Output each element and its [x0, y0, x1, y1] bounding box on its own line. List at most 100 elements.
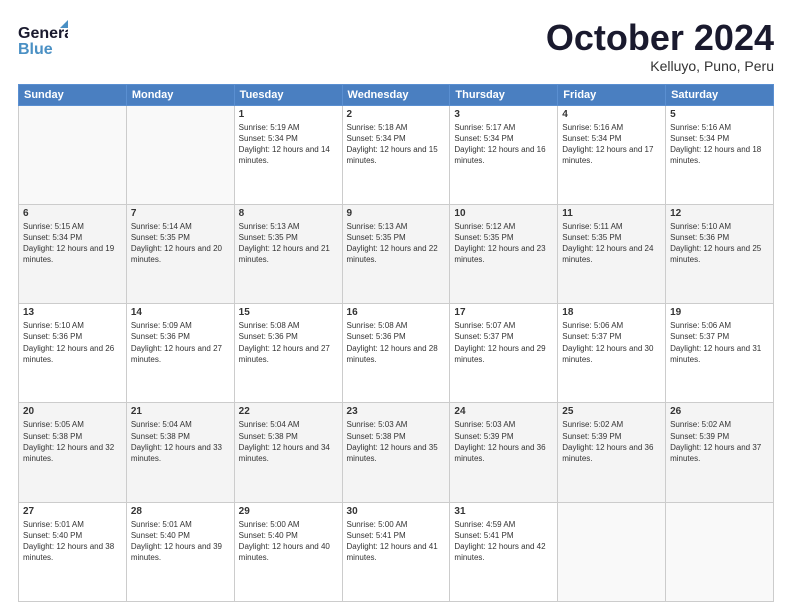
day-info: Sunrise: 5:06 AMSunset: 5:37 PMDaylight:… [670, 320, 769, 365]
day-number: 11 [562, 208, 661, 219]
calendar-cell: 5 Sunrise: 5:16 AMSunset: 5:34 PMDaylight… [666, 105, 774, 204]
calendar-cell: 8 Sunrise: 5:13 AMSunset: 5:35 PMDaylight… [234, 204, 342, 303]
day-number: 9 [347, 208, 446, 219]
weekday-header-sunday: Sunday [19, 84, 127, 105]
weekday-header-monday: Monday [126, 84, 234, 105]
calendar-cell: 12 Sunrise: 5:10 AMSunset: 5:36 PMDayligh… [666, 204, 774, 303]
calendar-cell: 10Sunrise: 5:12 AMSunset: 5:35 PMDayligh… [450, 204, 558, 303]
day-number: 31 [454, 506, 553, 517]
calendar-cell: 18 Sunrise: 5:06 AMSunset: 5:37 PMDayligh… [558, 304, 666, 403]
day-number: 19 [670, 307, 769, 318]
calendar-cell [19, 105, 127, 204]
day-number: 8 [239, 208, 338, 219]
calendar: SundayMondayTuesdayWednesdayThursdayFrid… [18, 84, 774, 602]
calendar-cell: 30 Sunrise: 5:00 AMSunset: 5:41 PMDayligh… [342, 502, 450, 601]
header: General Blue October 2024 Kelluyo, Puno,… [18, 18, 774, 74]
day-info: Sunrise: 5:15 AMSunset: 5:34 PMDaylight:… [23, 221, 122, 266]
day-number: 3 [454, 109, 553, 120]
calendar-cell: 20Sunrise: 5:05 AMSunset: 5:38 PMDayligh… [19, 403, 127, 502]
day-info: Sunrise: 5:13 AMSunset: 5:35 PMDaylight:… [239, 221, 338, 266]
day-info: Sunrise: 5:04 AMSunset: 5:38 PMDaylight:… [131, 419, 230, 464]
calendar-cell: 9Sunrise: 5:13 AMSunset: 5:35 PMDaylight… [342, 204, 450, 303]
day-number: 12 [670, 208, 769, 219]
day-number: 26 [670, 406, 769, 417]
day-info: Sunrise: 5:11 AMSunset: 5:35 PMDaylight:… [562, 221, 661, 266]
day-number: 27 [23, 506, 122, 517]
calendar-cell: 1 Sunrise: 5:19 AMSunset: 5:34 PMDaylight… [234, 105, 342, 204]
day-number: 7 [131, 208, 230, 219]
day-info: Sunrise: 5:02 AMSunset: 5:39 PMDaylight:… [562, 419, 661, 464]
calendar-cell [558, 502, 666, 601]
day-info: Sunrise: 5:00 AMSunset: 5:41 PMDaylight:… [347, 519, 446, 564]
month-title: October 2024 [546, 18, 774, 58]
day-info: Sunrise: 5:07 AMSunset: 5:37 PMDaylight:… [454, 320, 553, 365]
day-info: Sunrise: 5:02 AMSunset: 5:39 PMDaylight:… [670, 419, 769, 464]
calendar-cell: 24 Sunrise: 5:03 AMSunset: 5:39 PMDayligh… [450, 403, 558, 502]
day-info: Sunrise: 5:00 AMSunset: 5:40 PMDaylight:… [239, 519, 338, 564]
calendar-cell: 3 Sunrise: 5:17 AMSunset: 5:34 PMDaylight… [450, 105, 558, 204]
day-info: Sunrise: 5:18 AMSunset: 5:34 PMDaylight:… [347, 122, 446, 167]
calendar-cell: 15Sunrise: 5:08 AMSunset: 5:36 PMDayligh… [234, 304, 342, 403]
day-info: Sunrise: 5:03 AMSunset: 5:39 PMDaylight:… [454, 419, 553, 464]
logo-icon: General Blue [18, 18, 68, 58]
calendar-cell: 23 Sunrise: 5:03 AMSunset: 5:38 PMDayligh… [342, 403, 450, 502]
day-info: Sunrise: 5:08 AMSunset: 5:36 PMDaylight:… [239, 320, 338, 365]
day-number: 1 [239, 109, 338, 120]
day-number: 14 [131, 307, 230, 318]
day-info: Sunrise: 5:10 AMSunset: 5:36 PMDaylight:… [670, 221, 769, 266]
day-number: 17 [454, 307, 553, 318]
day-number: 22 [239, 406, 338, 417]
calendar-cell: 13 Sunrise: 5:10 AMSunset: 5:36 PMDayligh… [19, 304, 127, 403]
day-number: 13 [23, 307, 122, 318]
day-number: 24 [454, 406, 553, 417]
day-number: 5 [670, 109, 769, 120]
day-info: Sunrise: 5:16 AMSunset: 5:34 PMDaylight:… [562, 122, 661, 167]
day-info: Sunrise: 5:09 AMSunset: 5:36 PMDaylight:… [131, 320, 230, 365]
day-number: 28 [131, 506, 230, 517]
location: Kelluyo, Puno, Peru [546, 58, 774, 74]
day-info: Sunrise: 5:14 AMSunset: 5:35 PMDaylight:… [131, 221, 230, 266]
day-info: Sunrise: 5:17 AMSunset: 5:34 PMDaylight:… [454, 122, 553, 167]
calendar-cell: 4Sunrise: 5:16 AMSunset: 5:34 PMDaylight… [558, 105, 666, 204]
day-number: 6 [23, 208, 122, 219]
weekday-header-saturday: Saturday [666, 84, 774, 105]
calendar-cell: 25Sunrise: 5:02 AMSunset: 5:39 PMDayligh… [558, 403, 666, 502]
calendar-cell [126, 105, 234, 204]
day-number: 23 [347, 406, 446, 417]
calendar-cell: 26 Sunrise: 5:02 AMSunset: 5:39 PMDayligh… [666, 403, 774, 502]
day-info: Sunrise: 5:19 AMSunset: 5:34 PMDaylight:… [239, 122, 338, 167]
day-info: Sunrise: 4:59 AMSunset: 5:41 PMDaylight:… [454, 519, 553, 564]
day-info: Sunrise: 5:08 AMSunset: 5:36 PMDaylight:… [347, 320, 446, 365]
calendar-cell: 11 Sunrise: 5:11 AMSunset: 5:35 PMDayligh… [558, 204, 666, 303]
day-number: 29 [239, 506, 338, 517]
page: General Blue October 2024 Kelluyo, Puno,… [0, 0, 792, 612]
day-number: 18 [562, 307, 661, 318]
calendar-cell: 6 Sunrise: 5:15 AMSunset: 5:34 PMDaylight… [19, 204, 127, 303]
logo: General Blue [18, 18, 68, 58]
day-info: Sunrise: 5:01 AMSunset: 5:40 PMDaylight:… [23, 519, 122, 564]
svg-text:Blue: Blue [18, 41, 53, 58]
calendar-cell: 21Sunrise: 5:04 AMSunset: 5:38 PMDayligh… [126, 403, 234, 502]
title-section: October 2024 Kelluyo, Puno, Peru [546, 18, 774, 74]
day-info: Sunrise: 5:10 AMSunset: 5:36 PMDaylight:… [23, 320, 122, 365]
weekday-header-wednesday: Wednesday [342, 84, 450, 105]
calendar-cell: 28Sunrise: 5:01 AMSunset: 5:40 PMDayligh… [126, 502, 234, 601]
day-info: Sunrise: 5:12 AMSunset: 5:35 PMDaylight:… [454, 221, 553, 266]
weekday-header-thursday: Thursday [450, 84, 558, 105]
day-info: Sunrise: 5:16 AMSunset: 5:34 PMDaylight:… [670, 122, 769, 167]
calendar-cell: 7 Sunrise: 5:14 AMSunset: 5:35 PMDaylight… [126, 204, 234, 303]
calendar-cell: 31 Sunrise: 4:59 AMSunset: 5:41 PMDayligh… [450, 502, 558, 601]
weekday-header-friday: Friday [558, 84, 666, 105]
day-number: 30 [347, 506, 446, 517]
calendar-cell [666, 502, 774, 601]
day-number: 16 [347, 307, 446, 318]
day-info: Sunrise: 5:05 AMSunset: 5:38 PMDaylight:… [23, 419, 122, 464]
calendar-cell: 19 Sunrise: 5:06 AMSunset: 5:37 PMDayligh… [666, 304, 774, 403]
day-info: Sunrise: 5:06 AMSunset: 5:37 PMDaylight:… [562, 320, 661, 365]
calendar-cell: 17 Sunrise: 5:07 AMSunset: 5:37 PMDayligh… [450, 304, 558, 403]
day-number: 2 [347, 109, 446, 120]
calendar-cell: 2 Sunrise: 5:18 AMSunset: 5:34 PMDaylight… [342, 105, 450, 204]
calendar-cell: 16 Sunrise: 5:08 AMSunset: 5:36 PMDayligh… [342, 304, 450, 403]
day-info: Sunrise: 5:03 AMSunset: 5:38 PMDaylight:… [347, 419, 446, 464]
day-info: Sunrise: 5:04 AMSunset: 5:38 PMDaylight:… [239, 419, 338, 464]
